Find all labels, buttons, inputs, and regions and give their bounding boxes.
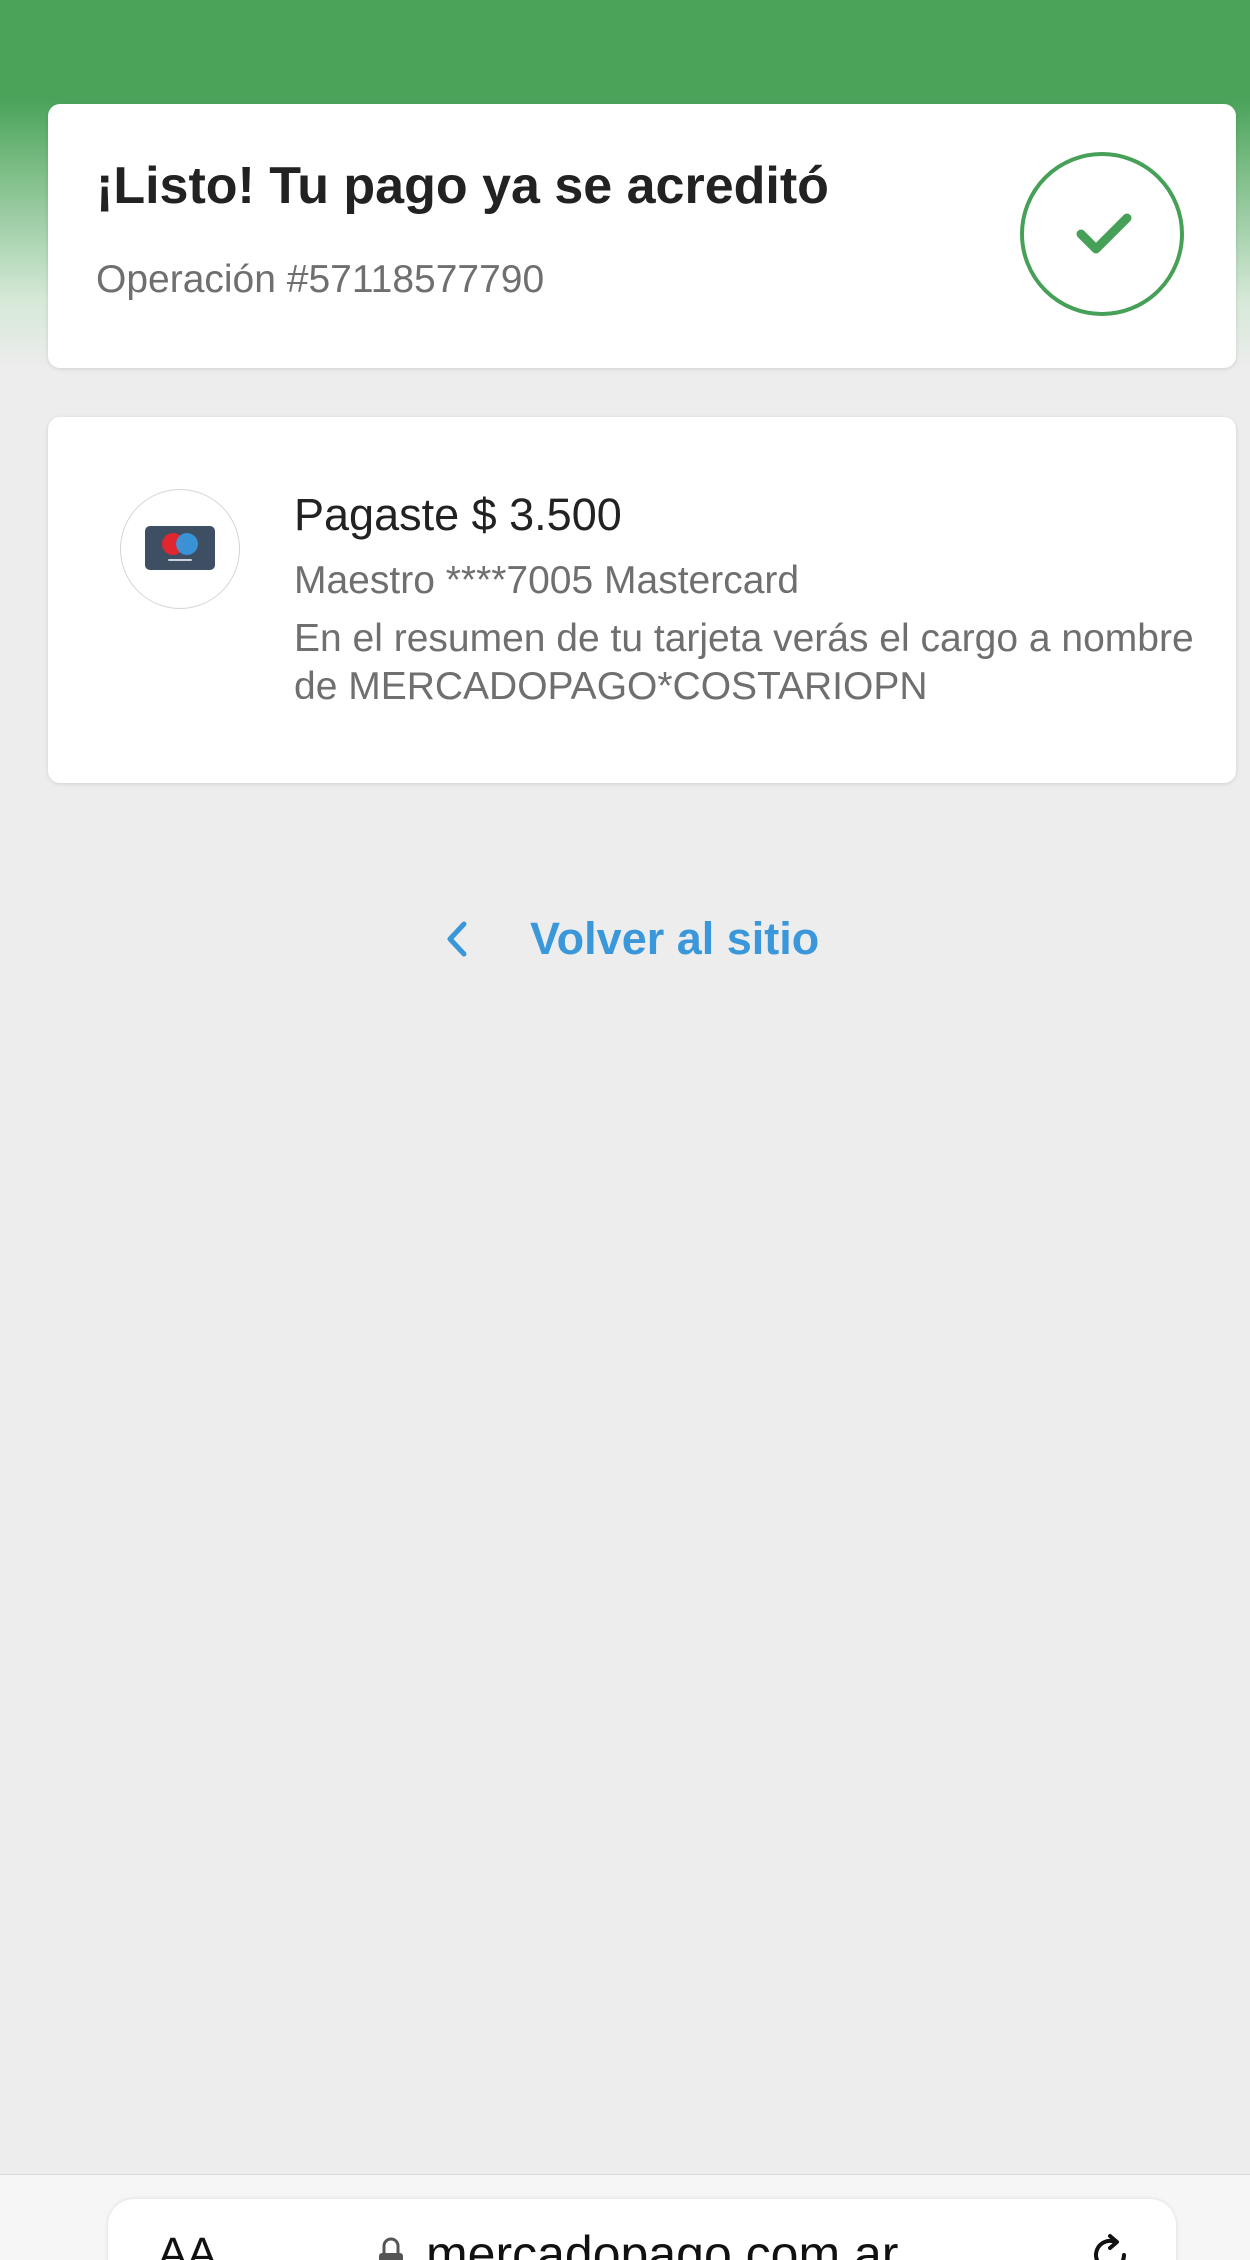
card-description: Maestro ****7005 Mastercard (294, 559, 800, 602)
operation-number: Operación #57118577790 (96, 258, 545, 301)
chevron-left-icon (447, 921, 467, 957)
text-size-button[interactable]: AA (158, 2229, 217, 2260)
browser-toolbar: AA mercadopago.com.ar (0, 2174, 1250, 2260)
payment-status-card: ¡Listo! Tu pago ya se acreditó Operación… (48, 104, 1236, 368)
success-check-badge (1020, 152, 1184, 316)
check-icon (1076, 213, 1132, 254)
status-title: ¡Listo! Tu pago ya se acreditó (96, 157, 829, 215)
statement-note: En el resumen de tu tarjeta verás el car… (294, 617, 1194, 708)
reload-icon[interactable] (1088, 2233, 1132, 2260)
back-to-site-link[interactable]: Volver al sitio (446, 904, 819, 974)
maestro-card-icon (145, 526, 215, 570)
lock-icon (379, 2237, 403, 2260)
url-text: mercadopago.com.ar (426, 2226, 899, 2260)
back-to-site-label: Volver al sitio (530, 913, 820, 964)
address-bar[interactable]: AA mercadopago.com.ar (108, 2199, 1176, 2260)
card-brand-avatar (120, 489, 240, 609)
paid-amount: Pagaste $ 3.500 (294, 489, 622, 540)
payment-details-card: Pagaste $ 3.500 Maestro ****7005 Masterc… (48, 417, 1236, 783)
